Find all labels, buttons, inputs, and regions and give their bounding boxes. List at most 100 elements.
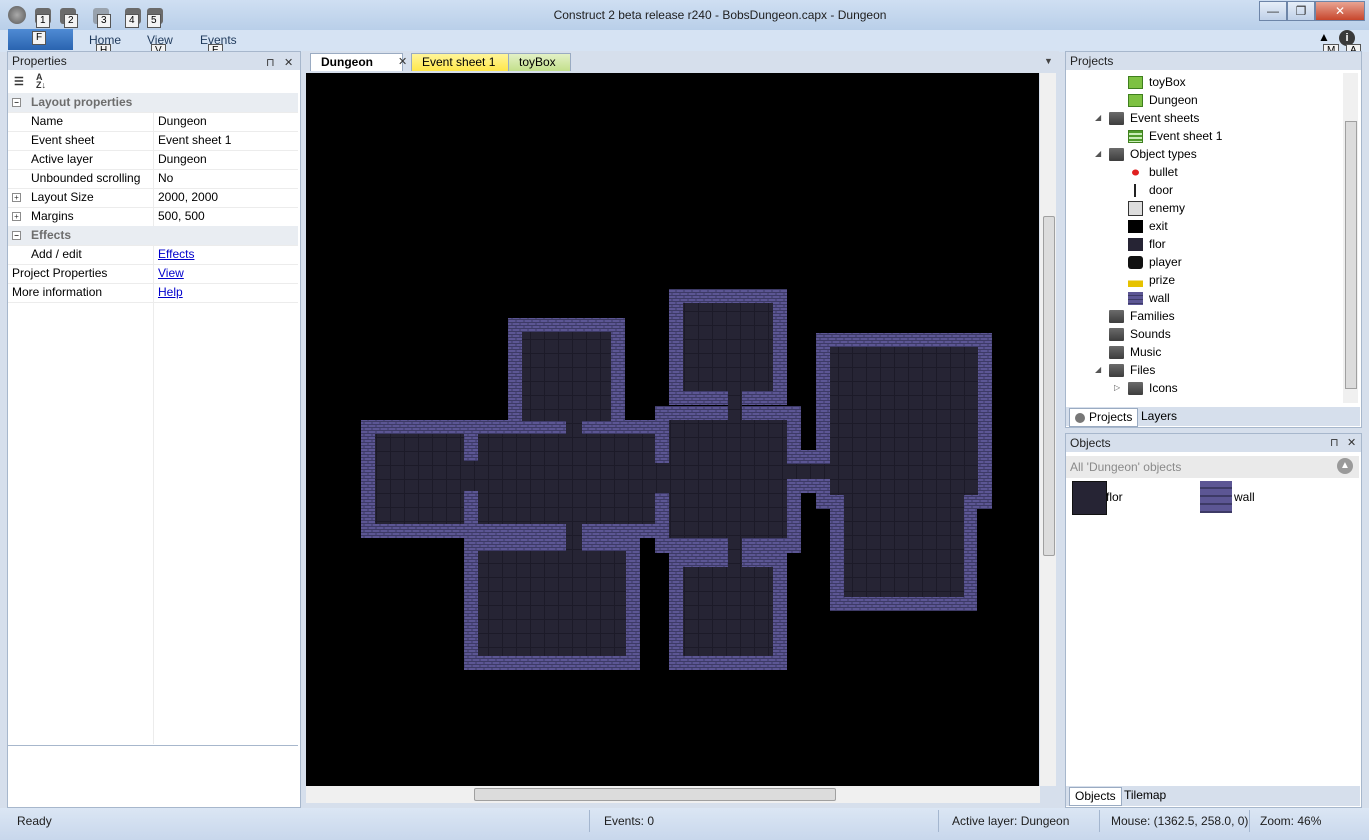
property-row[interactable]: Add / edit Effects (8, 245, 298, 265)
tree-item-label: flor (1149, 237, 1166, 251)
project-tree-scroll-thumb[interactable] (1345, 121, 1357, 389)
collapse-icon[interactable]: − (12, 231, 21, 240)
pin-icon[interactable]: ⊓ (266, 54, 275, 72)
property-value[interactable]: 500, 500 (158, 207, 205, 226)
property-link[interactable]: Help (158, 283, 183, 302)
tab-objects-bottom[interactable]: Objects (1069, 787, 1122, 806)
tree-item-prize[interactable]: prize (1128, 271, 1175, 289)
property-link[interactable]: View (158, 264, 184, 283)
object-wall-thumbnail[interactable] (1200, 481, 1232, 513)
tab-list-dropdown-icon[interactable]: ▼ (1044, 56, 1053, 66)
tree-item-event-sheet-1[interactable]: Event sheet 1 (1128, 127, 1222, 145)
tree-item-door[interactable]: door (1128, 181, 1173, 199)
tree-item-player[interactable]: player (1128, 253, 1182, 271)
expand-icon[interactable]: + (12, 212, 21, 221)
layout-canvas[interactable] (306, 73, 1039, 786)
property-value[interactable]: Event sheet 1 (158, 131, 231, 150)
tree-item-object-types[interactable]: ◢ Object types (1095, 145, 1197, 163)
horizontal-scrollbar[interactable] (306, 786, 1040, 803)
tree-item-label: Event sheet 1 (1149, 129, 1223, 143)
property-row[interactable]: Event sheet Event sheet 1 (8, 131, 298, 151)
tab-tilemap[interactable]: Tilemap (1119, 787, 1171, 804)
tree-item-enemy[interactable]: enemy (1128, 199, 1185, 217)
tab-dungeon[interactable]: Dungeon ✕ (310, 53, 407, 71)
tree-toggle-icon[interactable]: ◢ (1095, 361, 1101, 379)
tree-item-label: Object types (1130, 147, 1197, 161)
tree-item-sounds[interactable]: Sounds (1109, 325, 1171, 343)
status-separator (589, 810, 590, 832)
project-tree: toyBox Dungeon ◢ Event sheets Event sheet 1 ◢… (1066, 73, 1341, 403)
door-icon (1128, 184, 1143, 198)
property-value[interactable]: Dungeon (158, 150, 207, 169)
tree-toggle-icon[interactable]: ◢ (1095, 145, 1101, 163)
tree-item-icons[interactable]: ▷ Icons (1114, 379, 1178, 397)
property-row[interactable]: Name Dungeon (8, 112, 298, 132)
object-flor-label[interactable]: flor (1106, 490, 1123, 504)
tree-item-files[interactable]: ◢ Files (1095, 361, 1155, 379)
tab-toybox[interactable]: toyBox (508, 53, 571, 71)
property-row[interactable]: More information Help (8, 283, 298, 303)
property-value[interactable]: Dungeon (158, 112, 207, 131)
property-row[interactable]: Project Properties View (8, 264, 298, 284)
bullet-icon (1128, 166, 1143, 180)
property-row[interactable]: + Layout Size 2000, 2000 (8, 188, 298, 208)
property-category[interactable]: − Layout properties (8, 93, 298, 113)
tree-item-label: enemy (1149, 201, 1186, 215)
categorized-sort-icon[interactable]: ☰ (14, 75, 24, 88)
property-row[interactable]: Unbounded scrolling No (8, 169, 298, 189)
app-logo-icon[interactable] (8, 6, 26, 24)
tab-layers[interactable]: Layers (1136, 408, 1182, 425)
keytip-file: F (32, 31, 47, 45)
project-tree-scrollbar[interactable] (1343, 73, 1358, 403)
tree-item-exit[interactable]: exit (1128, 217, 1168, 235)
property-value[interactable]: 2000, 2000 (158, 188, 218, 207)
status-ready: Ready (17, 814, 52, 828)
property-row[interactable]: Active layer Dungeon (8, 150, 298, 170)
property-link[interactable]: Effects (158, 245, 194, 264)
prize-icon (1128, 274, 1143, 288)
alphabetical-sort-icon[interactable]: A Z↓ (36, 73, 46, 90)
status-separator (938, 810, 939, 832)
up-folder-icon[interactable]: ▲ (1337, 458, 1353, 474)
keytip-5: 5 (147, 14, 161, 28)
objects-pin-icon[interactable]: ⊓ (1330, 436, 1339, 449)
ribbon-minimize-icon[interactable]: ▲ (1318, 30, 1330, 44)
horizontal-scroll-thumb[interactable] (474, 788, 836, 801)
tree-item-flor[interactable]: flor (1128, 235, 1166, 253)
tree-item-label: exit (1149, 219, 1168, 233)
title-bar: Construct 2 beta release r240 - BobsDung… (0, 0, 1369, 30)
object-wall-label[interactable]: wall (1234, 490, 1255, 504)
close-tab-icon[interactable]: ✕ (398, 54, 407, 71)
tree-toggle-icon[interactable]: ◢ (1095, 109, 1101, 127)
folder-open-icon (1109, 112, 1124, 126)
tab-projects-bottom[interactable]: Projects (1069, 408, 1139, 427)
vertical-scroll-thumb[interactable] (1043, 216, 1055, 556)
tree-item-wall[interactable]: wall (1128, 289, 1170, 307)
tab-event-sheet-1[interactable]: Event sheet 1 (411, 53, 509, 71)
property-category[interactable]: − Effects (8, 226, 298, 246)
vertical-scrollbar[interactable] (1040, 73, 1056, 786)
collapse-icon[interactable]: − (12, 98, 21, 107)
maximize-button[interactable]: ❐ (1287, 1, 1315, 21)
tree-toggle-icon[interactable]: ▷ (1114, 379, 1120, 397)
property-row[interactable]: + Margins 500, 500 (8, 207, 298, 227)
close-button[interactable]: ✕ (1315, 1, 1365, 21)
property-key: More information (12, 285, 103, 299)
object-flor-thumbnail[interactable] (1072, 481, 1107, 515)
expand-icon[interactable]: + (12, 193, 21, 202)
projects-bottom-tabs: Projects Layers (1066, 407, 1360, 427)
tree-item-families[interactable]: Families (1109, 307, 1175, 325)
property-value[interactable]: No (158, 169, 173, 188)
property-key: Layout Size (31, 190, 94, 204)
floor-icon (1128, 238, 1143, 252)
tree-item-bullet[interactable]: bullet (1128, 163, 1178, 181)
minimize-button[interactable]: — (1259, 1, 1287, 21)
tree-item-music[interactable]: Music (1109, 343, 1161, 361)
tree-item-dungeon[interactable]: Dungeon (1128, 91, 1198, 109)
objects-close-icon[interactable]: ✕ (1347, 436, 1356, 449)
tree-item-toybox[interactable]: toyBox (1128, 73, 1186, 91)
close-icon[interactable]: ✕ (284, 54, 293, 72)
tree-item-label: Dungeon (1149, 93, 1198, 107)
tree-item-label: wall (1149, 291, 1170, 305)
tree-item-event-sheets[interactable]: ◢ Event sheets (1095, 109, 1199, 127)
